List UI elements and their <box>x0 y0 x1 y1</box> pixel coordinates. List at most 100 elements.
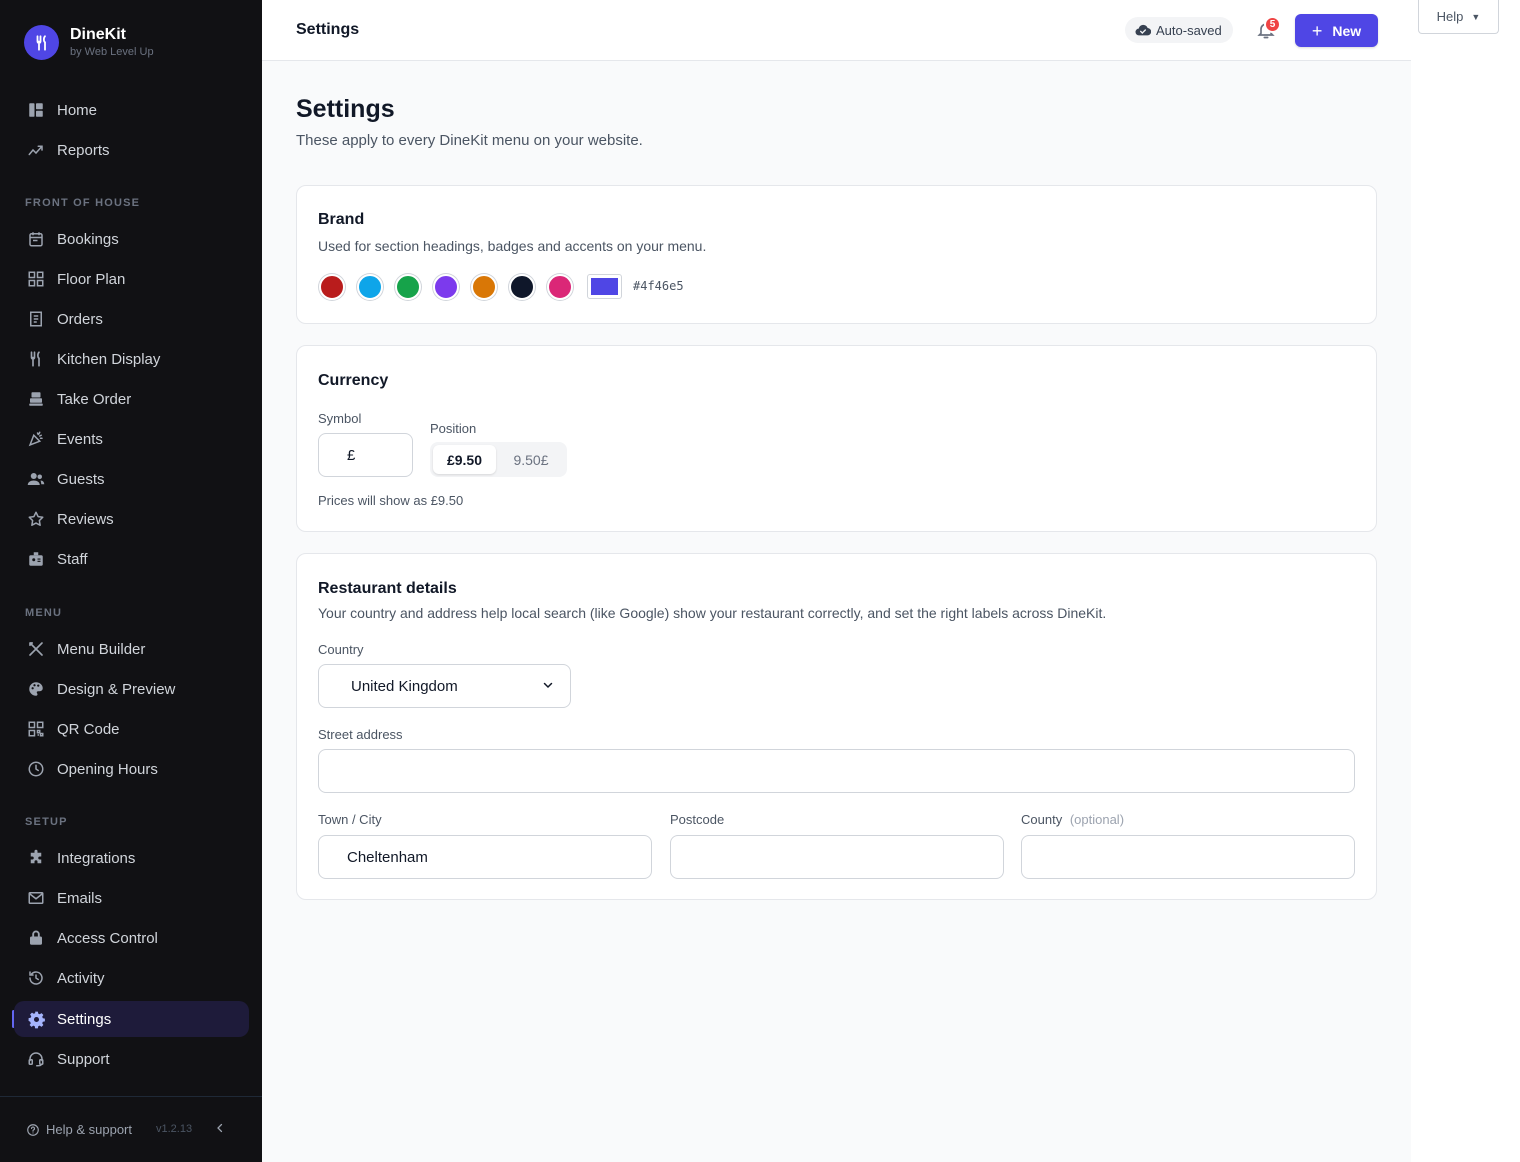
sidebar-item-support[interactable]: Support <box>14 1041 249 1077</box>
sidebar-item-label: Menu Builder <box>57 640 146 658</box>
guests-icon <box>26 469 46 489</box>
menu-builder-icon <box>26 639 46 659</box>
currency-card: Currency Symbol £ Position £9.50 9.50£ P… <box>296 345 1377 532</box>
version-label: v1.2.13 <box>156 1123 193 1135</box>
color-swatch[interactable] <box>395 274 421 300</box>
selected-color-fill <box>591 278 618 295</box>
puzzle-icon <box>26 848 46 868</box>
new-button-label: New <box>1332 22 1362 39</box>
brand-name: DineKit <box>70 26 126 43</box>
brand-card: Brand Used for section headings, badges … <box>296 185 1377 324</box>
sidebar-item-settings[interactable]: Settings <box>14 1001 249 1037</box>
town-city-label: Town / City <box>318 812 382 827</box>
sidebar-item-staff[interactable]: Staff <box>14 541 249 577</box>
sidebar-item-label: Support <box>57 1050 110 1068</box>
autosaved-label: Auto-saved <box>1156 22 1222 38</box>
gear-icon <box>26 1009 46 1029</box>
help-support-label: Help & support <box>46 1122 132 1137</box>
help-circle-icon <box>26 1123 40 1137</box>
sidebar-item-label: Reviews <box>57 510 114 528</box>
color-swatch[interactable] <box>433 274 459 300</box>
sidebar-item-label: Access Control <box>57 929 158 947</box>
restaurant-card-description: Your country and address help local sear… <box>318 605 1107 621</box>
sidebar-item-home[interactable]: Home <box>14 92 249 128</box>
color-swatch[interactable] <box>319 274 345 300</box>
help-button-label: Help <box>1436 9 1464 24</box>
sidebar-item-reports[interactable]: Reports <box>14 132 249 168</box>
sidebar-item-reviews[interactable]: Reviews <box>14 501 249 537</box>
caret-down-icon: ▼ <box>1471 11 1481 22</box>
sidebar-item-label: Floor Plan <box>57 270 126 288</box>
sidebar-item-label: Bookings <box>57 230 119 248</box>
sidebar-item-access-control[interactable]: Access Control <box>14 920 249 956</box>
sidebar-item-label: Reports <box>57 141 110 159</box>
country-label: Country <box>318 642 364 657</box>
position-label: Position <box>430 421 477 436</box>
sidebar-item-label: Emails <box>57 889 103 907</box>
sidebar-item-orders[interactable]: Orders <box>14 301 249 337</box>
color-swatch[interactable] <box>357 274 383 300</box>
sidebar-item-label: Events <box>57 430 103 448</box>
section-label-front-of-house: FRONT OF HOUSE <box>25 197 141 209</box>
help-support-link[interactable]: Help & support <box>26 1122 132 1137</box>
sidebar-item-integrations[interactable]: Integrations <box>14 840 249 876</box>
sidebar-item-take-order[interactable]: Take Order <box>14 381 249 417</box>
notification-badge: 5 <box>1264 16 1281 33</box>
sidebar-item-emails[interactable]: Emails <box>14 880 249 916</box>
plus-icon: + <box>1311 20 1323 41</box>
brand[interactable]: DineKit by Web Level Up <box>24 25 154 60</box>
qr-code-icon <box>26 719 46 739</box>
brand-subtitle: by Web Level Up <box>70 46 154 58</box>
county-input[interactable] <box>1021 835 1355 879</box>
street-address-label: Street address <box>318 727 403 742</box>
currency-preview-hint: Prices will show as £9.50 <box>318 493 464 508</box>
sidebar: DineKit by Web Level Up Home Reports FRO… <box>0 0 262 1162</box>
color-swatch[interactable] <box>547 274 573 300</box>
county-label-text: County <box>1021 812 1063 827</box>
town-city-input[interactable]: Cheltenham <box>318 835 652 879</box>
sidebar-item-kitchen-display[interactable]: Kitchen Display <box>14 341 249 377</box>
custom-color-picker[interactable] <box>587 274 622 299</box>
country-select-value: United Kingdom <box>351 677 458 695</box>
hex-color-label: #4f46e5 <box>633 279 684 293</box>
sidebar-item-label: Kitchen Display <box>57 350 161 368</box>
currency-symbol-input[interactable]: £ <box>318 433 413 477</box>
county-label: County (optional) <box>1021 812 1124 827</box>
take-order-icon <box>26 389 46 409</box>
new-button[interactable]: + New <box>1295 14 1378 47</box>
history-icon <box>26 968 46 988</box>
sidebar-item-label: Design & Preview <box>57 680 176 698</box>
postcode-input[interactable] <box>670 835 1004 879</box>
autosaved-status: Auto-saved <box>1125 17 1233 43</box>
sidebar-item-opening-hours[interactable]: Opening Hours <box>14 751 249 787</box>
position-option-prefix[interactable]: £9.50 <box>433 445 496 474</box>
color-swatch[interactable] <box>471 274 497 300</box>
sidebar-item-guests[interactable]: Guests <box>14 461 249 497</box>
sidebar-item-bookings[interactable]: Bookings <box>14 221 249 257</box>
reports-icon <box>26 140 46 160</box>
sidebar-item-label: QR Code <box>57 720 120 738</box>
support-icon <box>26 1049 46 1069</box>
symbol-label: Symbol <box>318 411 362 426</box>
sidebar-item-design-preview[interactable]: Design & Preview <box>14 671 249 707</box>
sidebar-item-floor-plan[interactable]: Floor Plan <box>14 261 249 297</box>
color-swatch[interactable] <box>509 274 535 300</box>
sidebar-item-qr-code[interactable]: QR Code <box>14 711 249 747</box>
help-button[interactable]: Help ▼ <box>1418 0 1499 34</box>
sidebar-item-activity[interactable]: Activity <box>14 960 249 996</box>
sidebar-item-label: Guests <box>57 470 105 488</box>
country-select[interactable]: United Kingdom <box>318 664 571 708</box>
restaurant-card-title: Restaurant details <box>318 580 457 597</box>
section-label-setup: SETUP <box>25 816 68 828</box>
sidebar-item-label: Orders <box>57 310 103 328</box>
sidebar-item-events[interactable]: Events <box>14 421 249 457</box>
position-option-suffix[interactable]: 9.50£ <box>498 445 564 474</box>
brand-card-description: Used for section headings, badges and ac… <box>318 238 707 254</box>
lock-icon <box>26 928 46 948</box>
street-address-input[interactable] <box>318 749 1355 793</box>
collapse-sidebar-icon[interactable] <box>214 1121 226 1137</box>
events-icon <box>26 429 46 449</box>
sidebar-item-menu-builder[interactable]: Menu Builder <box>14 631 249 667</box>
fork-knife-logo-icon <box>24 25 59 60</box>
star-icon <box>26 509 46 529</box>
